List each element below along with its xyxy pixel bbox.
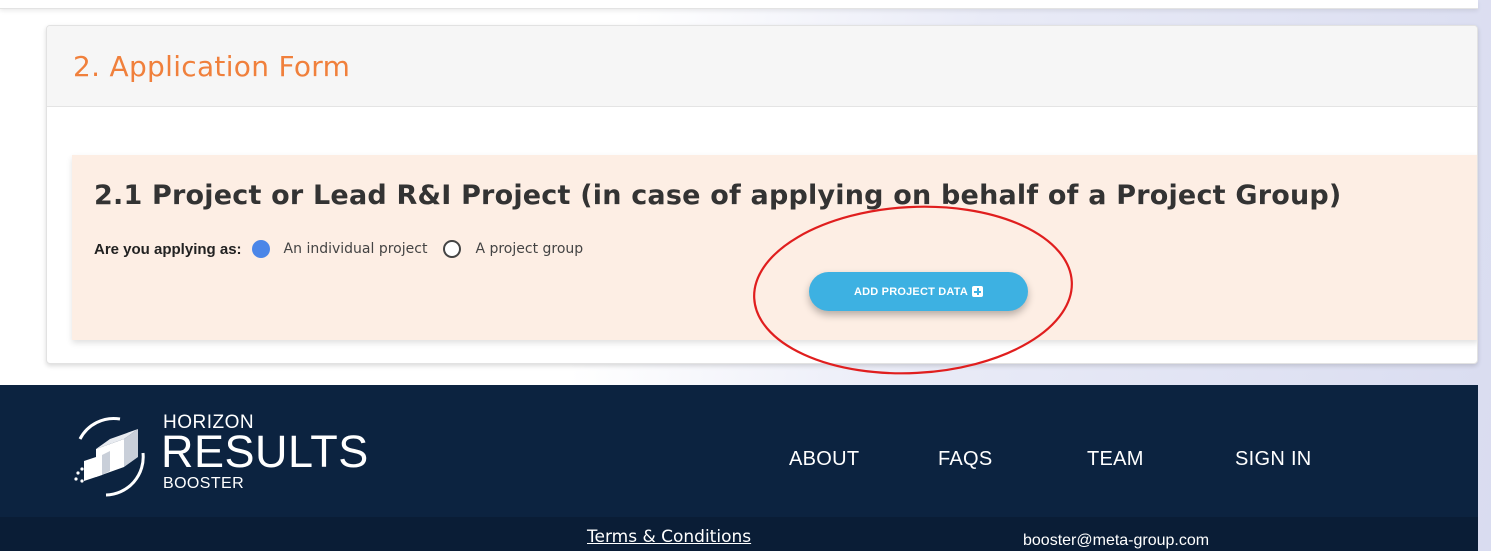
radio-label-individual[interactable]: An individual project [284,241,428,257]
add-project-data-label: ADD PROJECT DATA [853,285,969,298]
radio-project-group[interactable] [443,240,462,258]
nav-team[interactable]: TEAM [1087,448,1144,471]
logo-line-results: RESULTS [161,426,369,477]
nav-sign-in[interactable]: SIGN IN [1235,448,1312,471]
terms-conditions-link[interactable]: Terms & Conditions [587,527,751,547]
results-booster-logo[interactable]: HORIZON RESULTS BOOSTER [58,409,378,509]
question-label: Are you applying as: [94,240,242,258]
add-project-data-button[interactable]: ADD PROJECT DATA [809,272,1028,311]
previous-card-edge [0,0,1478,9]
section-title: 2.1 Project or Lead R&I Project (in case… [94,180,1342,211]
radio-individual-project[interactable] [251,240,270,258]
results-booster-logo-icon [74,417,145,497]
contact-email-link[interactable]: booster@meta-group.com [1023,532,1209,550]
card-header: 2. Application Form [47,26,1477,107]
footer-bottom-bar: Terms & Conditions booster@meta-group.co… [0,517,1478,551]
radio-label-group[interactable]: A project group [475,241,583,257]
page-title: 2. Application Form [73,49,351,83]
application-form-card: 2. Application Form 2.1 Project or Lead … [46,25,1478,364]
footer-main: HORIZON RESULTS BOOSTER ABOUT FAQS TEAM … [0,385,1478,517]
nav-about[interactable]: ABOUT [789,448,859,471]
site-footer: HORIZON RESULTS BOOSTER ABOUT FAQS TEAM … [0,385,1478,551]
logo-line-booster: BOOSTER [163,475,245,492]
project-section: 2.1 Project or Lead R&I Project (in case… [72,155,1477,340]
nav-faqs[interactable]: FAQS [938,448,993,471]
plus-square-icon [972,286,984,297]
applying-as-question: Are you applying as: An individual proje… [94,240,599,258]
